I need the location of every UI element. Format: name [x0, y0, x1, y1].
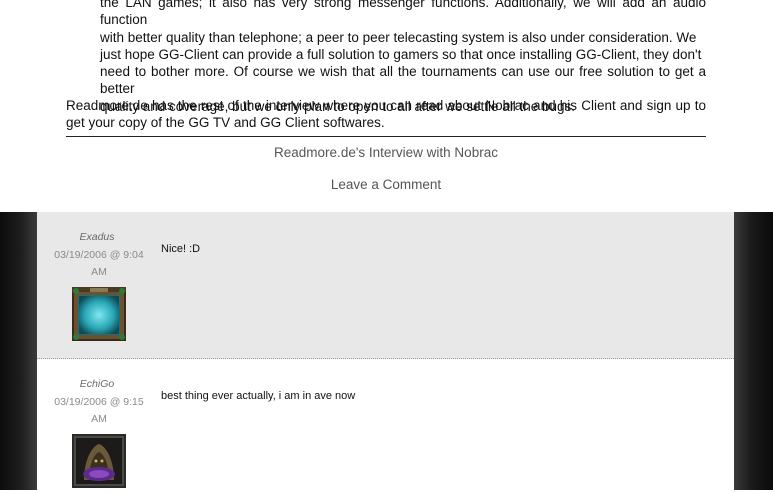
avatar	[72, 434, 126, 488]
comment-author[interactable]: EchiGo	[37, 378, 157, 390]
article-body: the LAN games; it also has very strong m…	[0, 0, 773, 212]
comment-date-line: AM	[91, 413, 107, 425]
article-paragraph: Readmore.de has the rest of the intervie…	[66, 98, 706, 131]
quote-line: just hope GG-Client can provide a full s…	[100, 46, 702, 62]
comment-date-line: AM	[91, 266, 107, 278]
quote-line: need to bother more. Of course we wish t…	[100, 64, 706, 97]
comment-item: Exadus 03/19/2006 @ 9:04 AM Nice!:D	[37, 212, 734, 359]
comment-date: 03/19/2006 @ 9:04 AM	[51, 247, 147, 281]
comment-date: 03/19/2006 @ 9:15 AM	[51, 394, 147, 428]
avatar	[72, 287, 126, 341]
comment-item: EchiGo 03/19/2006 @ 9:15 AM best thing e…	[37, 359, 734, 490]
comment-date-line: 03/19/2006 @ 9:15	[54, 396, 144, 408]
interview-link[interactable]: Readmore.de's Interview with Nobrac	[66, 145, 706, 160]
quote-line: the LAN games; it also has very strong m…	[100, 0, 706, 28]
left-page-border	[0, 212, 37, 490]
frame-portrait-cyan-icon	[72, 287, 126, 341]
comment-author[interactable]: Exadus	[37, 231, 157, 243]
comment-text: best thing ever actually, i am in ave no…	[161, 390, 356, 402]
leave-comment-link[interactable]: Leave a Comment	[66, 177, 706, 192]
comment-text: Nice! :D	[161, 243, 201, 255]
hooded-figure-portrait-icon	[72, 434, 126, 488]
right-page-border	[734, 212, 773, 490]
comments-section: Exadus 03/19/2006 @ 9:04 AM Nice!:D Ech…	[0, 212, 773, 490]
comment-date-line: 03/19/2006 @ 9:04	[54, 249, 144, 261]
divider	[66, 136, 706, 137]
quote-line: with better quality than telephone; a pe…	[100, 29, 697, 45]
